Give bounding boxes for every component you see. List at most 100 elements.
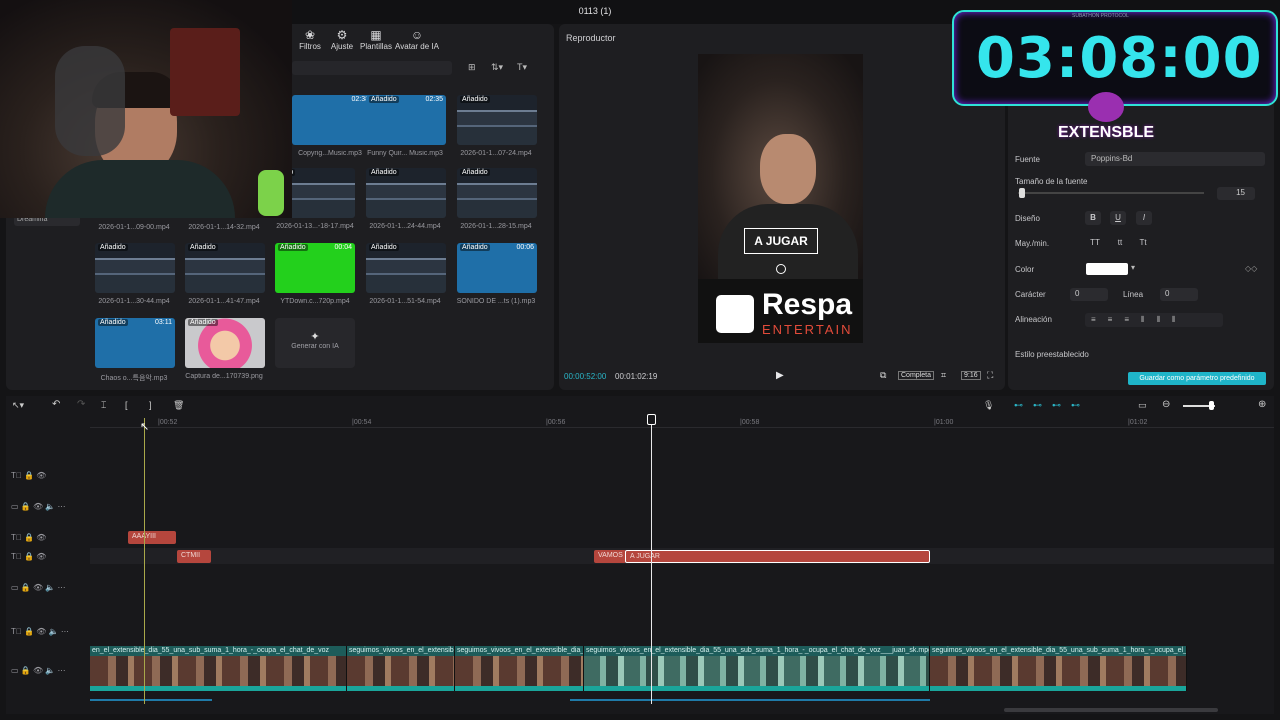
media-thumb[interactable]: Añadido [457,168,537,218]
media-caption: 2026-01-1...30-44.mp4 [98,298,170,305]
tool-ai-avatar[interactable]: ☺ Avatar de IA [392,28,442,51]
added-badge: Añadido [98,244,128,251]
trim-left-icon[interactable]: [ [125,400,128,410]
media-thumb[interactable]: Añadido 03:11 [95,318,175,368]
underline-button[interactable]: U [1110,211,1126,225]
zoom-out-icon[interactable]: ⊖ [1162,399,1170,410]
media-thumb[interactable]: Añadido [366,243,446,293]
captions-icon[interactable]: ▭ [1138,400,1147,411]
text-clip-aaayiii[interactable]: AAAYIII [128,531,176,544]
case-upper-button[interactable]: TT [1085,236,1105,250]
media-thumb[interactable]: Añadido 02:35 [366,95,446,145]
media-thumb[interactable]: Añadido [457,95,537,145]
mascot-icon [1088,92,1124,122]
text-clip-vamos[interactable]: VAMOS [594,550,626,563]
line-spacing-input[interactable]: 0 [1160,288,1198,301]
video-clip[interactable]: seguimos_vivoos_en_el_extensible_dia_55_… [930,646,1187,691]
media-thumb[interactable]: 02:38 [292,95,372,145]
fullscreen-icon[interactable]: ⛶ [987,370,993,381]
microphone-icon[interactable]: 🎙 [983,400,994,411]
playhead-handle[interactable] [647,414,656,425]
char-spacing-label: Carácter [1015,290,1046,299]
save-preset-button[interactable]: Guardar como parámetro predefinido [1128,372,1266,385]
char-spacing-input[interactable]: 0 [1070,288,1108,301]
added-badge: Añadido [369,96,399,103]
fit-button[interactable]: Completa [898,371,934,380]
split-icon[interactable]: ⌶ [101,400,106,411]
ruler-tick-label: |01:00 [934,419,954,426]
select-tool-icon[interactable]: ↖▾ [12,400,24,411]
player-title: Reproductor [566,33,616,43]
streamer-hoodie [45,160,235,218]
media-search-bar[interactable] [292,61,452,75]
italic-button[interactable]: I [1136,211,1152,225]
media-thumb[interactable]: Añadido 00:04 [275,243,355,293]
track-ctl-main[interactable]: ▭ 🔒 👁 🔈 ⋯ [11,666,66,675]
playhead[interactable] [651,418,652,704]
track-ctl-text3[interactable]: T⃞ 🔒 👁 [11,552,46,561]
keyframe-icon[interactable]: ◇◇ [1245,264,1257,273]
zoom-in-icon[interactable]: ⊕ [1258,399,1266,410]
track-ctl-text2[interactable]: T⃞ 🔒 👁 [11,533,46,542]
bold-button[interactable]: B [1085,211,1101,225]
media-caption: 2026-01-1...51-54.mp4 [369,298,441,305]
added-badge: Añadido [278,244,308,251]
video-clip-audio-bar [347,686,454,691]
track-ctl-text4[interactable]: T⃞ 🔒 👁 🔈 ⋯ [11,627,69,636]
media-caption: 2026-01-1...14-32.mp4 [188,224,260,231]
play-button[interactable]: ▶ [776,370,784,381]
text-clip-ctmii[interactable]: CTMII [177,550,211,563]
design-label: Diseño [1015,214,1040,223]
ruler-tick-label: |01:02 [1128,419,1148,426]
media-thumb[interactable]: Añadido 00:06 [457,243,537,293]
hover-marker-line [144,418,145,704]
track-ctl-text1[interactable]: T⃞ 🔒 👁 [11,471,46,480]
media-caption: 2026-01-1...24-44.mp4 [369,223,441,230]
align-buttons[interactable]: ≡≡≡⦀⦀⦀ [1085,313,1223,327]
trim-right-icon[interactable]: ] [149,400,152,410]
video-clip-label: seguimos_vivoos_en_el_extensible [347,646,454,656]
video-clip[interactable]: en_el_extensible_dia_55_una_sub_suma_1_h… [90,646,347,691]
timeline-link-icons[interactable]: ⊷⊷⊷⊷ [1014,400,1090,411]
video-clip[interactable]: seguimos_vivoos_en_el_extensible_dia_55_… [584,646,930,691]
generate-ai-tile[interactable]: ✦ Generar con IA [275,318,355,368]
window-title: 0113 (1) [578,6,612,16]
view-toggle-icon[interactable]: ⊞ [468,62,476,73]
redo-icon[interactable]: ↷ [77,399,85,410]
crop-icon[interactable]: ⧉ [880,370,886,381]
track-ctl-audio1[interactable]: ▭ 🔒 👁 🔈 ⋯ [11,502,66,511]
sort-icon[interactable]: ⇅▾ [491,62,503,73]
color-swatch[interactable] [1086,263,1128,275]
ratio-button[interactable]: 9:16 [961,371,981,380]
media-thumb[interactable]: Añadido [185,243,265,293]
media-caption: Chaos o...특음악.mp3 [100,375,168,382]
color-dropdown-icon[interactable]: ▾ [1131,263,1135,272]
zoom-slider-handle[interactable] [1209,401,1214,410]
case-lower-button[interactable]: tt [1110,236,1130,250]
text-clip-a-jugar[interactable]: A JUGAR [625,550,930,563]
brand-text: Respa [762,288,853,321]
font-select[interactable]: Poppins-Bd [1085,152,1265,166]
media-thumb[interactable]: Añadido [366,168,446,218]
snapshot-icon[interactable]: ⌗ [941,370,946,381]
horizontal-scrollbar[interactable] [1004,708,1218,712]
text-overlay-box[interactable]: A JUGAR [744,228,818,254]
video-clip[interactable]: seguimos_vivoos_en_el_extensible [347,646,455,691]
added-badge: Añadido [188,319,218,326]
font-size-slider[interactable] [1018,192,1204,194]
font-size-slider-handle[interactable] [1019,188,1025,198]
media-caption: 2026-01-1...28-15.mp4 [460,223,532,230]
preview-person-head [760,134,816,204]
line-spacing-label: Línea [1123,290,1144,299]
font-size-input[interactable]: 15 [1217,187,1255,200]
video-clip[interactable]: seguimos_vivoos_en_el_extensible_dia_55 [455,646,584,691]
filter-type-icon[interactable]: T▾ [517,62,527,73]
case-title-button[interactable]: Tt [1133,236,1153,250]
media-thumb[interactable]: Añadido [185,318,265,368]
delete-icon[interactable]: 🗑 [173,400,184,411]
track-ctl-audio2[interactable]: ▭ 🔒 👁 🔈 ⋯ [11,583,66,592]
rotate-handle-icon[interactable] [776,264,786,274]
media-thumb[interactable]: Añadido [95,243,175,293]
undo-icon[interactable]: ↶ [52,399,60,410]
added-badge: Añadido [369,169,399,176]
